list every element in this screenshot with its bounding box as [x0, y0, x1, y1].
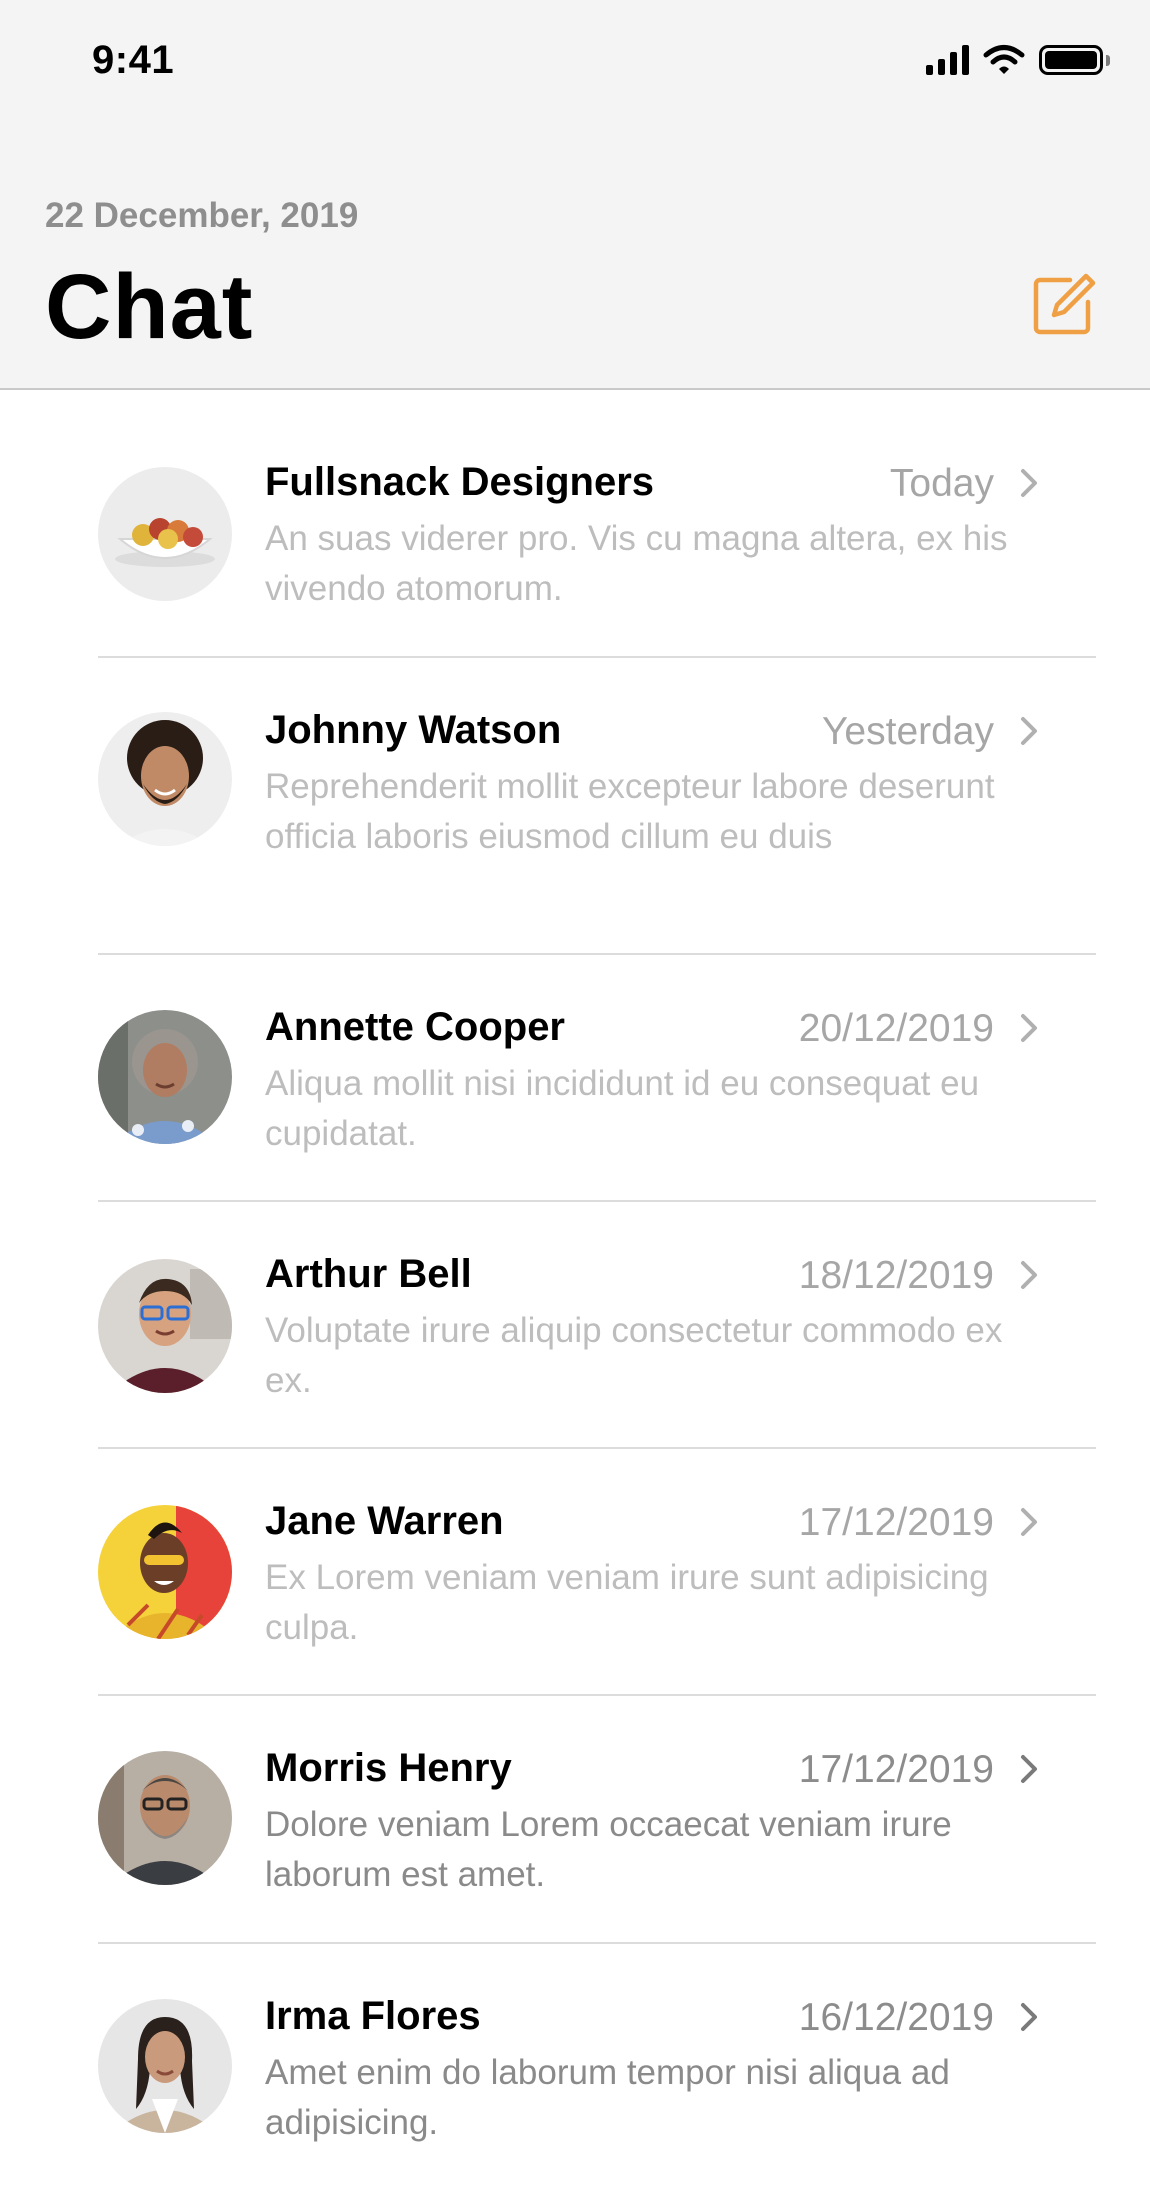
chat-date: 17/12/2019	[798, 1748, 994, 1791]
chat-date: 17/12/2019	[798, 1501, 994, 1544]
chevron-right-icon	[1021, 2003, 1037, 2031]
avatar	[98, 467, 232, 601]
chat-item-jane-warren[interactable]: Jane Warren 17/12/2019 Ex Lorem veniam v…	[0, 1449, 1150, 1696]
chat-date: 16/12/2019	[798, 1996, 994, 2039]
chevron-right-icon	[1021, 1014, 1037, 1042]
chat-name: Arthur Bell	[265, 1252, 472, 1296]
page-title: Chat	[45, 256, 254, 358]
chat-item-johnny-watson[interactable]: Johnny Watson Yesterday Reprehenderit mo…	[0, 658, 1150, 955]
chat-name: Annette Cooper	[265, 1005, 565, 1049]
chat-name: Irma Flores	[265, 1994, 481, 2038]
chat-item-irma-flores[interactable]: Irma Flores 16/12/2019 Amet enim do labo…	[0, 1944, 1150, 2174]
chevron-right-icon	[1021, 1508, 1037, 1536]
chat-date: 20/12/2019	[798, 1007, 994, 1050]
chat-name: Johnny Watson	[265, 708, 562, 752]
status-time: 9:41	[92, 38, 175, 82]
chevron-right-icon	[1021, 1755, 1037, 1783]
chat-item-arthur-bell[interactable]: Arthur Bell 18/12/2019 Voluptate irure a…	[0, 1202, 1150, 1449]
status-icons	[926, 44, 1110, 76]
header: 9:41 22 December, 2019 Chat	[0, 0, 1150, 390]
cellular-signal-icon	[926, 45, 969, 75]
chat-item-morris-henry[interactable]: Morris Henry 17/12/2019 Dolore veniam Lo…	[0, 1696, 1150, 1944]
avatar	[98, 712, 232, 846]
battery-icon	[1039, 45, 1110, 75]
avatar	[98, 1751, 232, 1885]
header-date: 22 December, 2019	[45, 196, 359, 235]
avatar	[98, 1999, 232, 2133]
chat-preview: Aliqua mollit nisi incididunt id eu cons…	[265, 1064, 980, 1153]
chat-preview: Dolore veniam Lorem occaecat veniam irur…	[265, 1805, 952, 1894]
chat-preview: An suas viderer pro. Vis cu magna altera…	[265, 519, 1008, 608]
chat-date: Yesterday	[821, 710, 994, 753]
avatar	[98, 1010, 232, 1144]
status-bar: 9:41	[0, 0, 1150, 130]
chat-name: Jane Warren	[265, 1499, 504, 1543]
chat-preview: Ex Lorem veniam veniam irure sunt adipis…	[265, 1558, 989, 1647]
chat-preview: Voluptate irure aliquip consectetur comm…	[265, 1311, 1003, 1400]
wifi-icon	[983, 45, 1025, 74]
chevron-right-icon	[1021, 1261, 1037, 1289]
avatar	[98, 1259, 232, 1393]
chat-screen: 9:41 22 December, 2019 Chat Fullsnack De…	[0, 0, 1150, 2209]
chevron-right-icon	[1021, 717, 1037, 745]
chat-preview: Reprehenderit mollit excepteur labore de…	[265, 767, 995, 856]
chat-preview: Amet enim do laborum tempor nisi aliqua …	[265, 2053, 950, 2142]
chevron-right-icon	[1021, 469, 1037, 497]
chat-date: Today	[889, 462, 994, 505]
chat-item-annette-cooper[interactable]: Annette Cooper 20/12/2019 Aliqua mollit …	[0, 955, 1150, 1202]
chat-list: Fullsnack Designers Today An suas videre…	[0, 392, 1150, 2174]
chat-name: Morris Henry	[265, 1746, 512, 1790]
chat-name: Fullsnack Designers	[265, 460, 655, 504]
chat-date: 18/12/2019	[798, 1254, 994, 1297]
compose-icon[interactable]	[1030, 272, 1096, 338]
avatar	[98, 1505, 232, 1639]
chat-item-fullsnack-designers[interactable]: Fullsnack Designers Today An suas videre…	[0, 392, 1150, 658]
